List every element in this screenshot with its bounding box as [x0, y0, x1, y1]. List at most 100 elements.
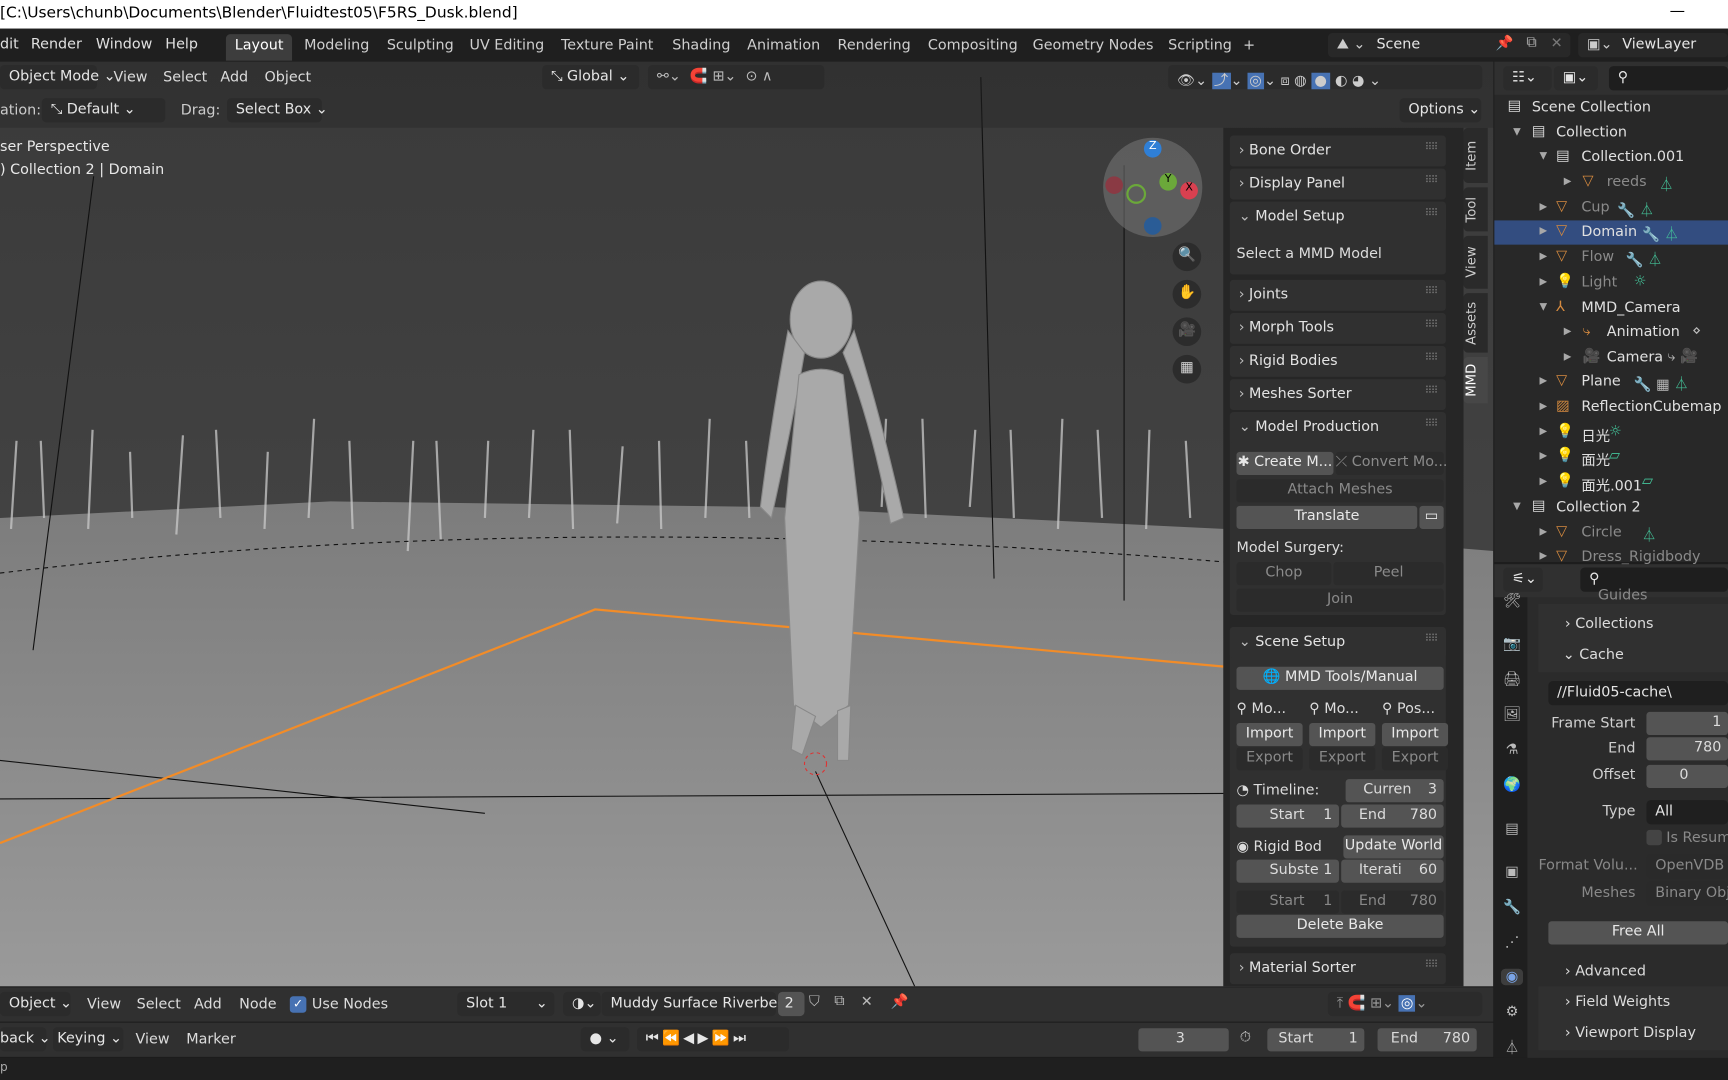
outliner-row[interactable]: ▤ Scene Collection: [1494, 96, 1728, 120]
outliner-row[interactable]: ▶ ▽ Flow 🔧 ⏃: [1494, 246, 1728, 270]
panel-meshes-sorter[interactable]: › Meshes Sorter ⠿⠿: [1229, 379, 1446, 410]
outliner-row[interactable]: ▶ ⤷ Animation ⋄: [1494, 321, 1728, 345]
workspace-tab-sculpting[interactable]: Sculpting: [378, 34, 463, 60]
pan-hand-icon[interactable]: ✋: [1172, 279, 1202, 309]
expand-right-icon[interactable]: ▶: [1540, 426, 1548, 437]
properties-tab-output-icon[interactable]: 🖨: [1501, 671, 1523, 688]
format-volume-dropdown[interactable]: OpenVDB: [1646, 854, 1728, 879]
peel-button[interactable]: Peel: [1333, 562, 1444, 586]
expand-right-icon[interactable]: ▶: [1540, 476, 1548, 487]
mode-dropdown[interactable]: Object Mode ⌄: [0, 65, 116, 90]
expand-right-icon[interactable]: ▶: [1564, 326, 1572, 337]
join-button[interactable]: Join: [1236, 588, 1444, 612]
properties-tab-physics-icon[interactable]: ◉: [1500, 968, 1524, 986]
expand-right-icon[interactable]: ▶: [1540, 226, 1548, 237]
fake-user-shield-icon[interactable]: ⛉: [809, 994, 820, 1011]
drag-grip-icon[interactable]: ⠿⠿: [1425, 386, 1438, 397]
gizmo-neg-x[interactable]: [1105, 176, 1123, 194]
cache-panel[interactable]: ⌄ Cache: [1563, 647, 1624, 664]
gizmo-x-axis[interactable]: X: [1180, 181, 1198, 200]
menu-render[interactable]: Render: [31, 36, 82, 53]
scene-selector[interactable]: ⛰ ⌄ Scene 📌 ⧉ ✕: [1327, 33, 1571, 58]
shader-menu-add[interactable]: Add: [194, 996, 222, 1013]
advanced-panel[interactable]: › Advanced: [1565, 963, 1646, 980]
panel-model-production[interactable]: ⌄ Model Production ⠿⠿: [1229, 412, 1446, 444]
preview-range-clock-icon[interactable]: ⏱: [1240, 1029, 1251, 1046]
frame-start-field[interactable]: 1: [1646, 711, 1728, 736]
outliner-row[interactable]: ▼ ⅄ MMD_Camera: [1494, 296, 1728, 320]
viewport-menu-add[interactable]: Add: [220, 69, 248, 86]
gizmo-neg-y[interactable]: [1126, 184, 1147, 204]
outliner-row[interactable]: ▶ 💡 日光 ☼: [1494, 421, 1728, 445]
export-button-1[interactable]: Export: [1309, 747, 1376, 771]
timeline-menu-view[interactable]: View: [136, 1032, 170, 1049]
outliner-row[interactable]: ▶ ▨ ReflectionCubemap: [1494, 396, 1728, 420]
panel-display-panel[interactable]: › Display Panel ⠿⠿: [1229, 168, 1446, 200]
panel-morph-tools[interactable]: › Morph Tools ⠿⠿: [1229, 312, 1446, 344]
shader-menu-node[interactable]: Node: [239, 996, 276, 1013]
minimize-button[interactable]: —: [1670, 2, 1685, 20]
gizmo-y-axis[interactable]: Y: [1159, 173, 1177, 191]
workspace-tab-layout[interactable]: Layout: [225, 34, 293, 61]
properties-tab-object-icon[interactable]: ▣: [1501, 864, 1523, 881]
properties-tab-data-icon[interactable]: ⏃: [1501, 1036, 1523, 1057]
outliner-row[interactable]: ▶ ▽ reeds ⏃: [1494, 171, 1728, 195]
snapping-tools[interactable]: ⚯⌄ 🧲 ⊞⌄ ⊙ ∧: [647, 65, 825, 90]
properties-tab-collection-icon[interactable]: ▤: [1501, 821, 1523, 838]
expand-right-icon[interactable]: ▶: [1540, 376, 1548, 387]
update-world-button[interactable]: Update World: [1343, 835, 1444, 859]
menu-help[interactable]: Help: [165, 36, 198, 53]
expand-down-icon[interactable]: ▼: [1540, 151, 1548, 162]
free-all-button[interactable]: Free All: [1548, 921, 1728, 945]
drag-grip-icon[interactable]: ⠿⠿: [1425, 175, 1438, 186]
filter-dropdown[interactable]: ▣⌄: [1553, 66, 1598, 91]
viewport-display-panel[interactable]: › Viewport Display: [1565, 1025, 1696, 1042]
editor-type-dropdown[interactable]: ⚟⌄: [1503, 567, 1543, 592]
navigation-gizmo[interactable]: Z Y X: [1103, 137, 1203, 237]
workspace-tab-uv-editing[interactable]: UV Editing: [461, 34, 553, 60]
perspective-toggle-icon[interactable]: ▦: [1172, 354, 1202, 384]
translate-settings-icon[interactable]: ▭: [1419, 505, 1444, 529]
expand-right-icon[interactable]: ▶: [1540, 527, 1548, 538]
shader-overlay-controls[interactable]: ⤒ 🧲 ⊞⌄ ◎ ⌄: [1327, 991, 1483, 1017]
playback-controls[interactable]: ⏮⏪◀▶⏩⏭: [636, 1027, 790, 1052]
drag-grip-icon[interactable]: ⠿⠿: [1425, 960, 1438, 971]
outliner-search-input[interactable]: ⚲: [1608, 66, 1728, 91]
zoom-icon[interactable]: 🔍: [1172, 242, 1202, 272]
outliner-row[interactable]: ▶ 💡 面光 ▱: [1494, 445, 1728, 469]
delete-scene-icon[interactable]: ✕: [1551, 35, 1563, 52]
outliner-row[interactable]: ▶ 🎥 Camera ⤷ 🎥: [1494, 346, 1728, 370]
workspace-tab-rendering[interactable]: Rendering: [829, 34, 920, 60]
options-dropdown[interactable]: Options ⌄: [1399, 98, 1482, 123]
view-layer-selector[interactable]: ▣⌄ ViewLayer: [1578, 33, 1728, 58]
workspace-tab-geometry-nodes[interactable]: Geometry Nodes: [1024, 34, 1162, 60]
meshes-format-dropdown[interactable]: Binary Obje: [1646, 881, 1728, 906]
material-users-count[interactable]: 2: [778, 991, 805, 1017]
panel-rigid-bodies[interactable]: › Rigid Bodies ⠿⠿: [1229, 346, 1446, 377]
chop-button[interactable]: Chop: [1236, 562, 1332, 586]
shader-menu-select[interactable]: Select: [137, 996, 181, 1013]
pin-icon[interactable]: 📌: [1495, 35, 1513, 52]
export-button-2[interactable]: Export: [1381, 747, 1449, 771]
mmd-manual-button[interactable]: 🌐 MMD Tools/Manual: [1236, 666, 1444, 690]
workspace-tab-scripting[interactable]: Scripting: [1159, 34, 1240, 60]
workspace-tab-animation[interactable]: Animation: [738, 34, 829, 60]
import-button-0[interactable]: Import: [1236, 722, 1303, 747]
drag-dropdown[interactable]: Select Box ⌄: [227, 98, 328, 123]
viewport-menu-select[interactable]: Select: [163, 69, 207, 86]
workspace-tab-compositing[interactable]: Compositing: [919, 34, 1026, 60]
menu-edit[interactable]: dit: [0, 36, 19, 53]
drag-grip-icon[interactable]: ⠿⠿: [1425, 208, 1438, 219]
outliner-row[interactable]: ▶ 💡 面光.001 ▱: [1494, 471, 1728, 495]
translate-button[interactable]: Translate: [1236, 505, 1418, 529]
sidebar-tab-item[interactable]: Item: [1463, 127, 1488, 183]
sidebar-tab-mmd[interactable]: MMD: [1463, 357, 1488, 404]
sidebar-tab-assets[interactable]: Assets: [1463, 293, 1488, 353]
drag-grip-icon[interactable]: ⠿⠿: [1425, 287, 1438, 298]
expand-right-icon[interactable]: ▶: [1540, 251, 1548, 262]
gizmo-neg-z[interactable]: [1143, 217, 1162, 235]
use-nodes-checkbox[interactable]: ✓: [289, 996, 307, 1013]
properties-tab-view-layer-icon[interactable]: 🖼: [1501, 706, 1523, 723]
outliner-row[interactable]: ▶ ▽ Circle ⏃: [1494, 521, 1728, 545]
expand-down-icon[interactable]: ▼: [1513, 127, 1521, 138]
